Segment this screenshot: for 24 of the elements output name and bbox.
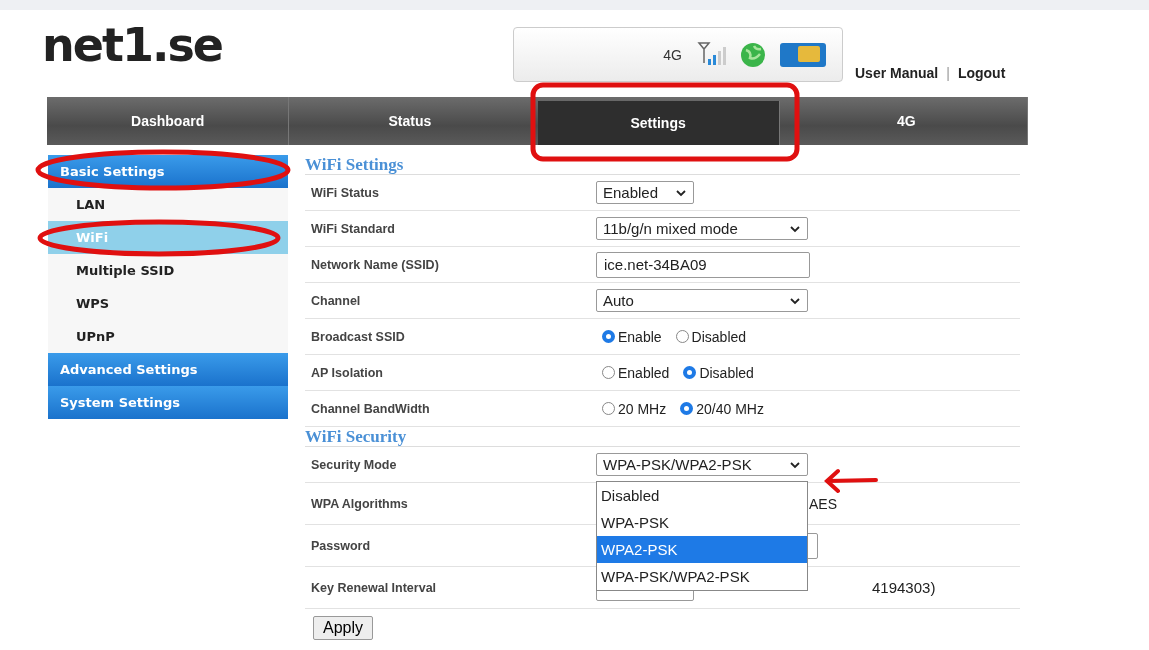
- link-separator: |: [946, 65, 950, 81]
- field-label: Broadcast SSID: [310, 329, 406, 344]
- field-label: WiFi Standard: [310, 221, 396, 236]
- field-label: WPA Algorithms: [310, 496, 409, 511]
- radio-label: Disabled: [699, 364, 754, 381]
- option-text: AES: [809, 495, 837, 512]
- field-label: Channel BandWidth: [310, 401, 431, 416]
- radio-label: 20 MHz: [618, 400, 667, 417]
- section-title: WiFi Settings: [305, 155, 1020, 175]
- range-hint: 4194303): [872, 579, 936, 596]
- logo: net1.se: [42, 17, 223, 72]
- radio-label: Enable: [618, 328, 662, 345]
- field-label: Channel: [310, 293, 362, 308]
- radio-label: Enabled: [618, 364, 670, 381]
- radio-label: Disabled: [691, 328, 747, 345]
- field-label: WiFi Status: [310, 185, 380, 200]
- network-type: 4G: [663, 46, 682, 63]
- field-label: Password: [310, 538, 372, 553]
- field-label: Security Mode: [310, 457, 398, 472]
- section-title: WiFi Security: [305, 427, 1020, 447]
- radio-label: 20/40 MHz: [696, 400, 764, 417]
- field-label: Network Name (SSID): [310, 257, 440, 272]
- field-label: AP Isolation: [310, 365, 384, 380]
- field-label: Key Renewal Interval: [310, 580, 438, 595]
